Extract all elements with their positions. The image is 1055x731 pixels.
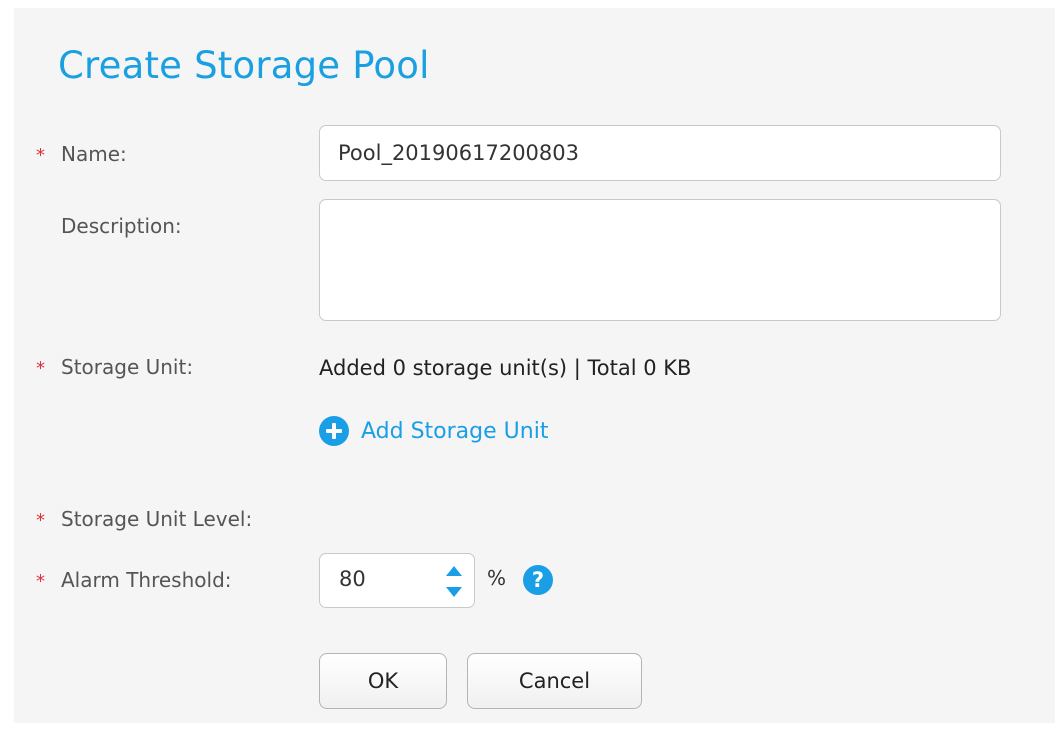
description-label-row: Description: — [36, 212, 182, 240]
cancel-button[interactable]: Cancel — [467, 653, 642, 709]
name-label-row: * Name: — [36, 140, 127, 170]
percent-unit: % — [487, 566, 507, 590]
storage-unit-level-label: Storage Unit Level: — [61, 507, 253, 531]
add-storage-unit-label: Add Storage Unit — [361, 418, 549, 444]
ok-button[interactable]: OK — [319, 653, 447, 709]
required-marker: * — [36, 358, 45, 379]
storage-unit-summary: Added 0 storage unit(s) | Total 0 KB — [319, 356, 692, 380]
caret-down-icon[interactable] — [444, 585, 466, 599]
required-marker: * — [36, 145, 45, 166]
plus-circle-icon — [319, 416, 349, 446]
description-label: Description: — [61, 214, 182, 238]
required-marker: * — [36, 571, 45, 592]
name-label: Name: — [61, 142, 127, 166]
add-storage-unit-link[interactable]: Add Storage Unit — [319, 415, 548, 447]
storage-unit-label-row: * Storage Unit: — [36, 353, 193, 383]
question-circle-icon[interactable]: ? — [523, 565, 553, 595]
dialog-title: Create Storage Pool — [58, 44, 430, 87]
storage-unit-label: Storage Unit: — [61, 355, 194, 379]
alarm-threshold-stepper[interactable]: 80 — [319, 553, 475, 608]
name-input[interactable] — [319, 125, 1001, 181]
storage-unit-level-label-row: * Storage Unit Level: — [36, 505, 252, 535]
alarm-threshold-label-row: * Alarm Threshold: — [36, 566, 232, 596]
required-marker: * — [36, 510, 45, 531]
caret-up-icon[interactable] — [444, 564, 466, 578]
description-textarea[interactable] — [319, 199, 1001, 321]
alarm-threshold-value[interactable]: 80 — [339, 567, 366, 591]
alarm-threshold-label: Alarm Threshold: — [61, 568, 232, 592]
